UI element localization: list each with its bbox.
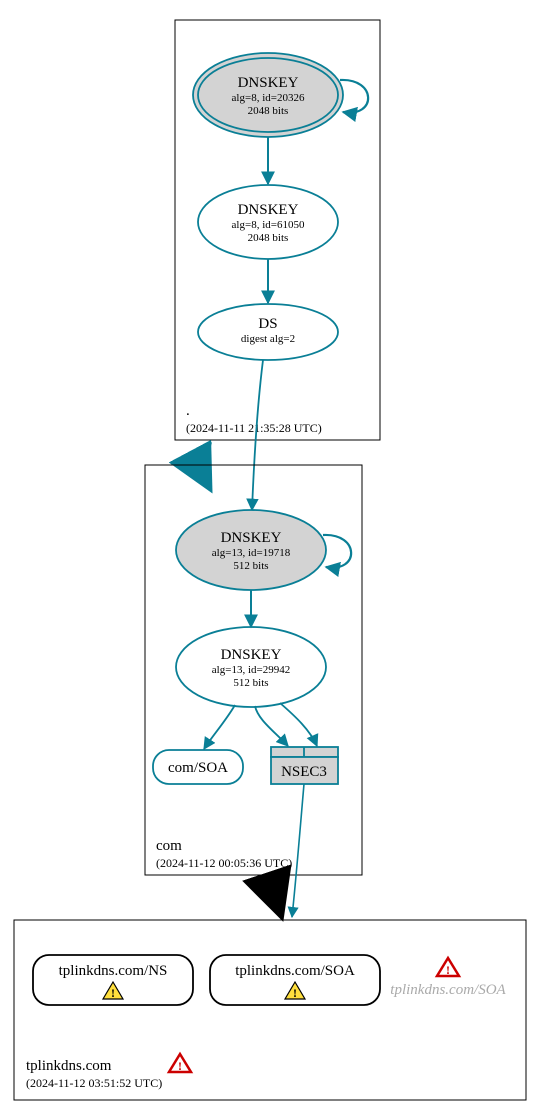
error-icon: ! [169, 1054, 191, 1073]
edge-nsec3-to-leaf [292, 784, 304, 917]
node-root-ksk-l2: alg=8, id=20326 [232, 92, 305, 104]
node-root-ds-title: DS [258, 316, 277, 332]
zone-leaf-name: tplinkdns.com [26, 1058, 112, 1074]
zone-root-timestamp: (2024-11-11 21:35:28 UTC) [186, 421, 322, 435]
node-com-zsk-l2: alg=13, id=29942 [212, 664, 290, 676]
node-root-ds-l2: digest alg=2 [241, 333, 295, 345]
node-com-zsk: DNSKEY alg=13, id=29942 512 bits [176, 627, 326, 707]
node-root-zsk-l3: 2048 bits [248, 232, 289, 244]
node-leaf-soa: tplinkdns.com/SOA ! [210, 955, 380, 1005]
node-com-soa-title: com/SOA [168, 760, 228, 776]
node-leaf-ns: tplinkdns.com/NS ! [33, 955, 193, 1005]
svg-text:!: ! [446, 963, 450, 977]
node-root-ds: DS digest alg=2 [198, 304, 338, 360]
svg-text:!: ! [178, 1059, 182, 1073]
node-com-zsk-title: DNSKEY [221, 647, 282, 663]
zone-com: com (2024-11-12 00:05:36 UTC) DNSKEY alg… [145, 465, 362, 875]
node-root-zsk-title: DNSKEY [238, 202, 299, 218]
edge-com-zsk-nsec3-a [255, 706, 288, 746]
edge-com-to-leaf [270, 877, 280, 912]
node-com-ksk-title: DNSKEY [221, 530, 282, 546]
node-com-soa: com/SOA [153, 750, 243, 784]
node-com-ksk: DNSKEY alg=13, id=19718 512 bits [176, 510, 326, 590]
node-leaf-soa-error: ! tplinkdns.com/SOA [390, 958, 506, 998]
node-com-ksk-l3: 512 bits [233, 560, 268, 572]
zone-root: . (2024-11-11 21:35:28 UTC) DNSKEY alg=8… [175, 20, 380, 440]
node-leaf-ns-title: tplinkdns.com/NS [59, 963, 168, 979]
svg-text:!: ! [111, 986, 115, 1000]
zone-leaf-timestamp: (2024-11-12 03:51:52 UTC) [26, 1076, 162, 1090]
node-root-zsk-l2: alg=8, id=61050 [232, 219, 305, 231]
node-root-zsk: DNSKEY alg=8, id=61050 2048 bits [198, 185, 338, 259]
node-leaf-soa-error-title: tplinkdns.com/SOA [390, 982, 506, 998]
node-root-ksk-l3: 2048 bits [248, 105, 289, 117]
edge-com-zsk-nsec3-b [280, 703, 317, 746]
node-com-nsec3: NSEC3 [271, 747, 338, 784]
zone-com-name: com [156, 838, 182, 854]
node-com-ksk-l2: alg=13, id=19718 [212, 547, 291, 559]
zone-root-name: . [186, 403, 190, 419]
node-leaf-soa-title: tplinkdns.com/SOA [235, 963, 355, 979]
node-root-ksk: DNSKEY alg=8, id=20326 2048 bits [193, 53, 343, 137]
edge-com-zsk-soa [204, 705, 235, 749]
zone-com-timestamp: (2024-11-12 00:05:36 UTC) [156, 856, 292, 870]
zone-leaf: tplinkdns.com/NS ! tplinkdns.com/SOA ! !… [14, 920, 526, 1100]
edge-root-to-com [204, 442, 210, 485]
edge-root-ksk-self [340, 80, 368, 113]
node-com-nsec3-title: NSEC3 [281, 764, 327, 780]
node-com-zsk-l3: 512 bits [233, 677, 268, 689]
error-icon: ! [437, 958, 459, 977]
svg-text:!: ! [293, 986, 297, 1000]
edge-ds-to-comksk [252, 360, 263, 510]
node-root-ksk-title: DNSKEY [238, 75, 299, 91]
edge-com-ksk-self [323, 535, 351, 568]
